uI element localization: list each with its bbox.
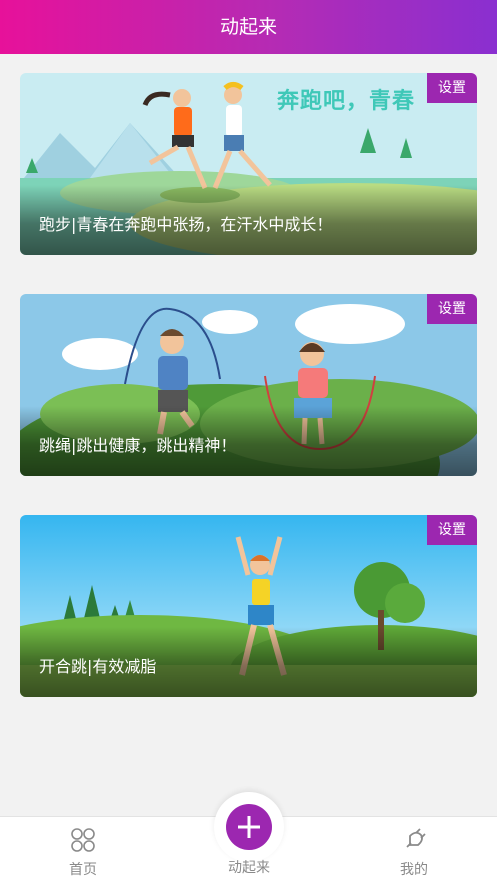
card-caption: 开合跳|有效减脂	[39, 657, 157, 676]
banner-text: 奔跑吧，青春	[277, 89, 416, 114]
settings-button[interactable]: 设置	[427, 515, 477, 545]
tab-home-label: 首页	[69, 862, 97, 878]
plus-icon	[238, 816, 260, 838]
settings-button[interactable]: 设置	[427, 294, 477, 324]
card-running[interactable]: 奔跑吧，青春 跑步|青春在奔跑中张扬，在汗水中成长！ 设置	[20, 73, 477, 255]
tab-mine[interactable]: 我的	[354, 817, 474, 883]
card-jumping-jacks[interactable]: 开合跳|有效减脂 设置	[20, 515, 477, 697]
card-jump-rope[interactable]: 跳绳|跳出健康，跳出精神！ 设置	[20, 294, 477, 476]
home-grid-icon	[71, 828, 95, 852]
tab-center-label: 动起来	[228, 860, 270, 876]
center-add-button[interactable]	[226, 804, 272, 850]
plug-icon	[406, 828, 426, 848]
settings-button[interactable]: 设置	[427, 73, 477, 103]
card-caption: 跑步|青春在奔跑中张扬，在汗水中成长！	[39, 215, 333, 234]
tab-mine-label: 我的	[400, 862, 428, 878]
page-title: 动起来	[219, 16, 277, 38]
tab-home[interactable]: 首页	[23, 817, 143, 883]
app-header: 动起来	[0, 0, 497, 54]
card-caption: 跳绳|跳出健康，跳出精神！	[39, 436, 237, 455]
